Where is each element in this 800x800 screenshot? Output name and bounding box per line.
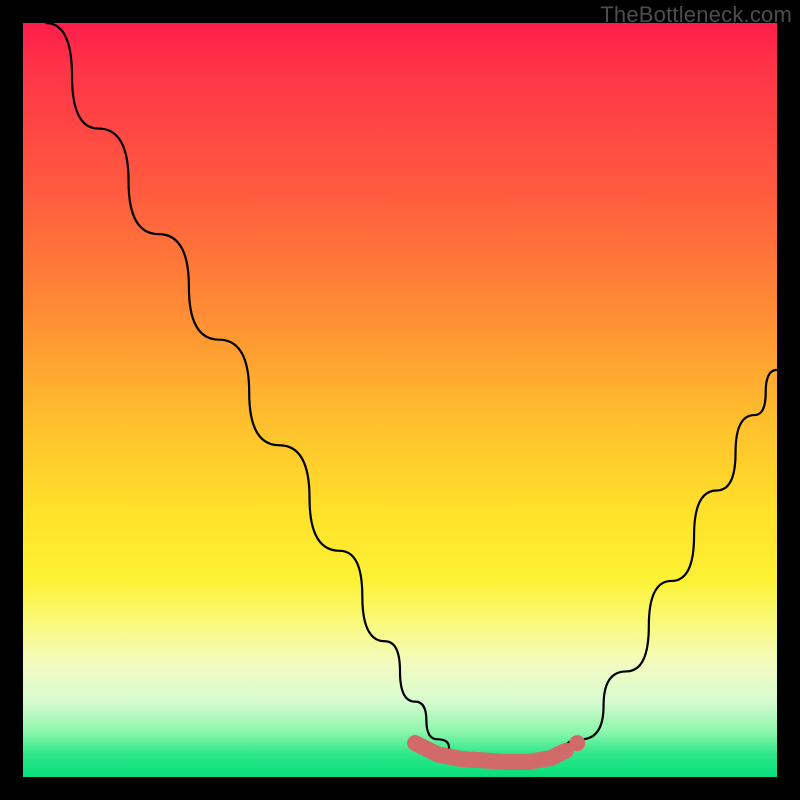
valley-band [415, 743, 566, 762]
valley-end-dot [569, 735, 585, 751]
watermark-text: TheBottleneck.com [600, 2, 792, 28]
curve-layer [23, 23, 777, 777]
bottleneck-curve [46, 23, 777, 762]
plot-area [23, 23, 777, 777]
chart-frame: TheBottleneck.com [0, 0, 800, 800]
